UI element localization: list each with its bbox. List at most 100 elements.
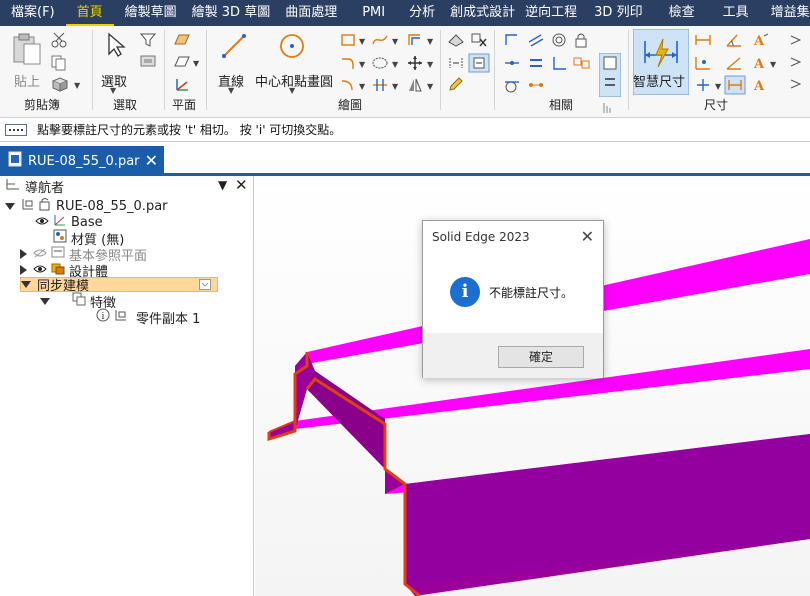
collapse-arrow-icon[interactable]: [40, 297, 50, 305]
select-dropdown[interactable]: ▼: [110, 86, 116, 95]
dimension-axis-icon[interactable]: [724, 75, 746, 95]
rigid-set-icon[interactable]: [573, 55, 591, 71]
mirror-icon[interactable]: [406, 77, 424, 93]
tree-item-features[interactable]: 特徵: [40, 292, 116, 311]
perpendicular-icon[interactable]: [550, 55, 568, 71]
symmetric-diameter-dropdown[interactable]: ▼: [715, 82, 721, 91]
construction-icon[interactable]: [447, 32, 465, 48]
tree-item-synchronous[interactable]: 同步建模: [20, 277, 218, 294]
midpoint-icon[interactable]: [503, 55, 521, 71]
tree-item-part-copy[interactable]: i 零件副本 1: [96, 308, 200, 327]
move-icon[interactable]: [406, 55, 424, 71]
curve-icon[interactable]: [371, 32, 389, 48]
symmetric-icon[interactable]: [527, 77, 545, 93]
filter-icon[interactable]: [140, 32, 156, 48]
relationship-assistant-icon[interactable]: [601, 100, 619, 116]
text-annotation-icon[interactable]: A: [752, 32, 770, 48]
menu-home[interactable]: 首頁: [65, 0, 114, 26]
callout-icon[interactable]: A: [752, 77, 770, 93]
circle-dropdown[interactable]: ▼: [289, 86, 295, 95]
ellipse-dropdown[interactable]: ▼: [392, 60, 398, 69]
maintain-relationships-icon[interactable]: [599, 53, 621, 97]
cut-icon[interactable]: [50, 31, 68, 49]
concentric-icon[interactable]: [550, 32, 568, 48]
coordinate-system-icon[interactable]: [173, 76, 191, 94]
copy-special-icon[interactable]: [50, 76, 72, 92]
select-tools-icon[interactable]: [140, 54, 156, 68]
distance-between-icon[interactable]: [694, 32, 712, 48]
fillet-icon[interactable]: [340, 55, 356, 71]
tangent-icon[interactable]: [503, 77, 521, 93]
mirror-dropdown[interactable]: ▼: [427, 82, 433, 91]
menu-file[interactable]: 檔案(F): [0, 0, 66, 26]
line-icon[interactable]: [220, 32, 248, 60]
text-format-icon[interactable]: A: [752, 55, 770, 71]
menu-tools[interactable]: 工具: [709, 0, 763, 26]
rectangle-icon[interactable]: [340, 32, 356, 48]
offset-dropdown[interactable]: ▼: [427, 37, 433, 46]
paste-label[interactable]: 貼上: [14, 71, 40, 90]
pencil-icon[interactable]: [447, 77, 465, 93]
menu-generative[interactable]: 創成式設計: [445, 0, 520, 26]
menu-check[interactable]: 檢查: [655, 0, 709, 26]
fillet-dropdown[interactable]: ▼: [359, 60, 365, 69]
curve-dropdown[interactable]: ▼: [392, 37, 398, 46]
menu-addins[interactable]: 增益集: [763, 0, 810, 26]
close-icon[interactable]: ✕: [235, 176, 248, 194]
line-dropdown[interactable]: ▼: [228, 86, 234, 95]
plane-dropdown[interactable]: ▼: [193, 59, 199, 68]
symmetric-diameter-icon[interactable]: [694, 77, 712, 93]
ribbon: 貼上 ▼ 剪貼簿 選取 ▼ 選取 ▼ 平面 直線 ▼ 中心和點畫圓 ▼ ▼ ▼ …: [0, 26, 810, 118]
eye-hidden-icon[interactable]: [33, 247, 47, 262]
select-arrow-icon[interactable]: [105, 32, 127, 58]
angular-coordinate-icon[interactable]: [725, 55, 743, 71]
project-icon[interactable]: [447, 55, 465, 71]
equal-icon[interactable]: [527, 55, 545, 71]
collapse-arrow-icon[interactable]: [21, 281, 31, 288]
ellipse-icon[interactable]: [371, 55, 389, 71]
move-dropdown[interactable]: ▼: [427, 60, 433, 69]
menu-reverse[interactable]: 逆向工程: [520, 0, 582, 26]
expand-arrow-icon[interactable]: [20, 265, 27, 275]
circle-center-point-icon[interactable]: [278, 32, 306, 60]
close-icon[interactable]: ✕: [145, 151, 158, 170]
copy-special-dropdown[interactable]: ▼: [74, 81, 80, 90]
plane-tangent-icon[interactable]: [173, 54, 191, 70]
angle-between-icon[interactable]: [725, 32, 743, 48]
arc-icon[interactable]: [340, 77, 356, 93]
trim-icon[interactable]: [371, 77, 389, 93]
tree-item-root[interactable]: RUE-08_55_0.par: [5, 198, 168, 214]
menu-surfacing[interactable]: 曲面處理: [274, 0, 348, 26]
ribbon-more-icon[interactable]: [788, 32, 806, 102]
document-tab[interactable]: RUE-08_55_0.par ✕: [0, 146, 164, 176]
plane-icon[interactable]: [173, 32, 191, 48]
copy-icon[interactable]: [50, 54, 68, 72]
sync-toggle-icon[interactable]: [199, 279, 211, 294]
collapse-arrow-icon[interactable]: [5, 202, 15, 210]
menu-pmi[interactable]: PMI: [348, 0, 399, 26]
rectangle-dropdown[interactable]: ▼: [359, 37, 365, 46]
menu-3d-sketch[interactable]: 繪製 3D 草圖: [188, 0, 275, 26]
menu-inspect[interactable]: 分析: [399, 0, 445, 26]
pane-menu-icon[interactable]: ▼: [218, 178, 227, 192]
text-format-dropdown[interactable]: ▼: [770, 60, 776, 69]
select-group-label: 選取: [113, 98, 138, 112]
include-icon[interactable]: [468, 53, 490, 73]
unlink-icon[interactable]: [470, 32, 488, 48]
arc-dropdown[interactable]: ▼: [359, 82, 365, 91]
expand-arrow-icon[interactable]: [20, 249, 27, 259]
paste-icon[interactable]: [10, 32, 44, 66]
parallel-icon[interactable]: [527, 32, 545, 48]
connect-icon[interactable]: [503, 32, 521, 48]
ok-button[interactable]: 確定: [498, 346, 584, 368]
close-icon[interactable]: ✕: [581, 227, 594, 246]
offset-icon[interactable]: [406, 32, 424, 48]
trim-dropdown[interactable]: ▼: [392, 82, 398, 91]
coordinate-dimension-icon[interactable]: [694, 55, 712, 71]
menu-sketch[interactable]: 繪製草圖: [114, 0, 188, 26]
eye-icon[interactable]: [35, 215, 49, 230]
lock-icon[interactable]: [573, 32, 589, 48]
menu-3d-print[interactable]: 3D 列印: [582, 0, 654, 26]
svg-text:i: i: [102, 312, 105, 322]
smart-dimension-label[interactable]: 智慧尺寸: [633, 71, 685, 90]
